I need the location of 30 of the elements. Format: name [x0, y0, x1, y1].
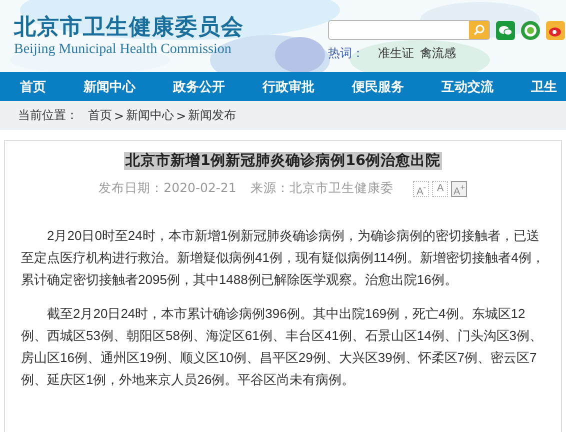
article-source: 来源：北京市卫生健康委	[250, 180, 394, 197]
search-icon	[473, 24, 485, 36]
site-title: 北京市卫生健康委员会	[14, 14, 245, 42]
nav-item[interactable]: 新闻中心	[84, 78, 136, 96]
nav-item[interactable]: 卫生	[531, 78, 557, 96]
nav-item[interactable]: 首页	[20, 78, 46, 96]
site-subtitle: Beijing Municipal Health Commission	[14, 42, 232, 58]
search-button[interactable]	[469, 21, 489, 39]
article-paragraph: 2月20日0时至24时，本市新增1例新冠肺炎确诊病例，为确诊病例的密切接触者，已送至定点医疗机构进行救治。新增疑似病例41例，现有疑似病例114例。新增密切接触者4例，累计确定密切接触者2095例，其中1488例已解除医学观察。治愈出院16例。	[21, 227, 545, 289]
search-field[interactable]	[328, 20, 490, 40]
article-title: 北京市新增1例新冠肺炎确诊病例16例治愈出院	[124, 152, 442, 170]
chat-bubbles-icon[interactable]	[496, 20, 515, 40]
hot-word-link[interactable]: 禽流感	[420, 45, 456, 62]
hot-words-label: 热词：	[328, 45, 364, 62]
hot-word-link[interactable]: 准生证	[378, 45, 414, 62]
publish-date: 发布日期：2020-02-21	[98, 180, 236, 197]
breadcrumb-link[interactable]: 新闻中心	[126, 107, 174, 124]
nav-item[interactable]: 政务公开	[173, 78, 225, 96]
breadcrumb-label: 当前位置：	[18, 107, 78, 124]
article-paragraph: 截至2月20日24时，本市累计确诊病例396例。其中出院169例，死亡4例。东城区12例、西城区53例、朝阳区58例、海淀区61例、丰台区41例、石景山区14例、门头沟区3例、房山区16例、通州区19例、顺义区10例、昌平区29例、大兴区39例、怀柔区7例、密云区7例、延庆区1例，外地来京人员26例。平谷区尚未有病例。	[21, 305, 544, 389]
nav-item[interactable]: 行政审批	[262, 78, 314, 96]
nav-item[interactable]: 便民服务	[352, 78, 404, 96]
font-size-button[interactable]: A$^{+}$	[451, 180, 468, 196]
nav-item[interactable]: 互动交流	[442, 78, 494, 96]
breadcrumb-separator: >	[176, 108, 186, 122]
breadcrumb-link[interactable]: 首页	[88, 107, 112, 124]
font-size-button[interactable]: A$^{-}$	[413, 180, 430, 196]
breadcrumb-link[interactable]: 新闻发布	[188, 107, 236, 124]
breadcrumb-separator: >	[114, 108, 124, 122]
font-size-button[interactable]: A	[432, 180, 448, 196]
